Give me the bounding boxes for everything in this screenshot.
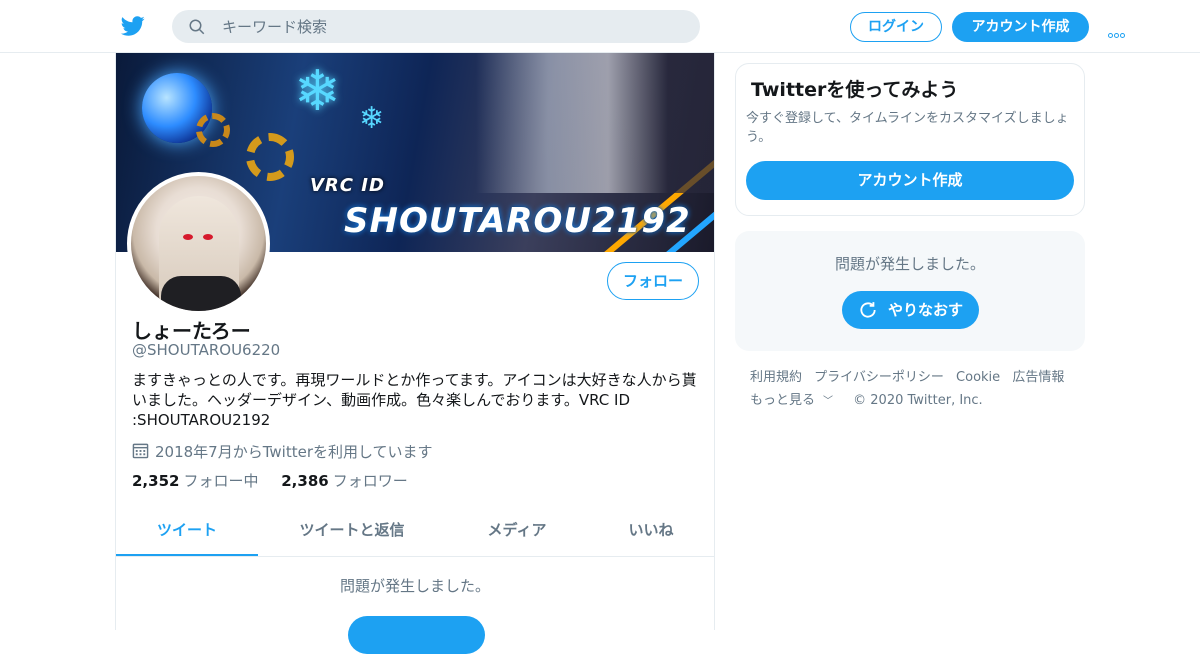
more-options-icon[interactable] bbox=[1108, 23, 1130, 38]
follow-button[interactable]: フォロー bbox=[607, 262, 699, 300]
signup-card-title: Twitterを使ってみよう bbox=[751, 79, 959, 101]
followers-stat[interactable]: 2,386 フォロワー bbox=[281, 472, 407, 490]
banner-id-text: SHOUTAROU2192 bbox=[344, 201, 691, 241]
footer-link-privacy[interactable]: プライバシーポリシー bbox=[814, 370, 944, 385]
gear-icon bbox=[196, 113, 230, 147]
chevron-down-icon: ﹀ bbox=[823, 396, 834, 407]
joined-text: 2018年7月からTwitterを利用しています bbox=[155, 443, 433, 461]
tab-tweets-and-replies[interactable]: ツイートと返信 bbox=[281, 505, 423, 556]
gear-icon bbox=[246, 133, 294, 181]
retry-button[interactable]: やりなおす bbox=[842, 291, 979, 329]
avatar[interactable] bbox=[127, 172, 270, 315]
profile-column: ❄ ❄ VRC ID SHOUTAROU2192 フォロー しょーたろー @SH… bbox=[115, 53, 715, 654]
sidebar-error-box: 問題が発生しました。 やりなおす bbox=[735, 231, 1085, 351]
signup-prompt-card: Twitterを使ってみよう 今すぐ登録して、タイムラインをカスタマイズしましょ… bbox=[735, 63, 1085, 216]
profile-name: しょーたろー bbox=[132, 319, 251, 343]
footer-link-terms[interactable]: 利用規約 bbox=[750, 370, 802, 385]
footer-copyright: © 2020 Twitter, Inc. bbox=[853, 393, 983, 408]
snowflake-icon: ❄ bbox=[294, 59, 341, 124]
following-stat[interactable]: 2,352 フォロー中 bbox=[132, 472, 258, 490]
footer-link-ads[interactable]: 広告情報 bbox=[1012, 370, 1064, 385]
follow-stats: 2,352 フォロー中 2,386 フォロワー bbox=[132, 470, 426, 491]
profile-handle: @SHOUTAROU6220 bbox=[132, 341, 281, 359]
signup-card-text: 今すぐ登録して、タイムラインをカスタマイズしましょう。 bbox=[746, 111, 1069, 145]
footer-link-cookie[interactable]: Cookie bbox=[956, 370, 1000, 385]
timeline-error-message: 問題が発生しました。 bbox=[339, 577, 490, 595]
calendar-icon bbox=[132, 443, 149, 459]
banner-vrc-id-label: VRC ID bbox=[310, 175, 385, 196]
timeline-retry-button[interactable] bbox=[348, 616, 485, 654]
footer-links: 利用規約 プライバシーポリシー Cookie 広告情報 もっと見る ﹀ © 202… bbox=[750, 366, 1090, 413]
top-navigation-bar: ログイン アカウント作成 bbox=[0, 0, 1200, 53]
login-button[interactable]: ログイン bbox=[850, 12, 942, 42]
signup-button[interactable]: アカウント作成 bbox=[952, 12, 1089, 42]
tab-likes[interactable]: いいね bbox=[586, 505, 716, 556]
signup-card-button[interactable]: アカウント作成 bbox=[746, 161, 1074, 200]
snowflake-icon: ❄ bbox=[359, 101, 385, 136]
search-icon bbox=[189, 19, 205, 35]
refresh-icon bbox=[860, 302, 876, 318]
retry-label: やりなおす bbox=[888, 301, 964, 319]
footer-more-link[interactable]: もっと見る ﹀ bbox=[750, 393, 841, 408]
profile-tabs: ツイート ツイートと返信 メディア いいね bbox=[116, 505, 714, 557]
search-input[interactable] bbox=[222, 10, 682, 43]
tab-media[interactable]: メディア bbox=[446, 505, 588, 556]
search-box[interactable] bbox=[172, 10, 700, 43]
sidebar-error-message: 問題が発生しました。 bbox=[834, 255, 985, 273]
banner-characters-art bbox=[476, 53, 714, 193]
profile-bio: ますきゃっとの人です。再現ワールドとか作ってます。アイコンは大好きな人から貰いま… bbox=[132, 371, 697, 429]
twitter-bird-icon[interactable] bbox=[120, 14, 146, 38]
joined-date: 2018年7月からTwitterを利用しています bbox=[132, 441, 433, 462]
tab-tweets[interactable]: ツイート bbox=[116, 505, 258, 556]
